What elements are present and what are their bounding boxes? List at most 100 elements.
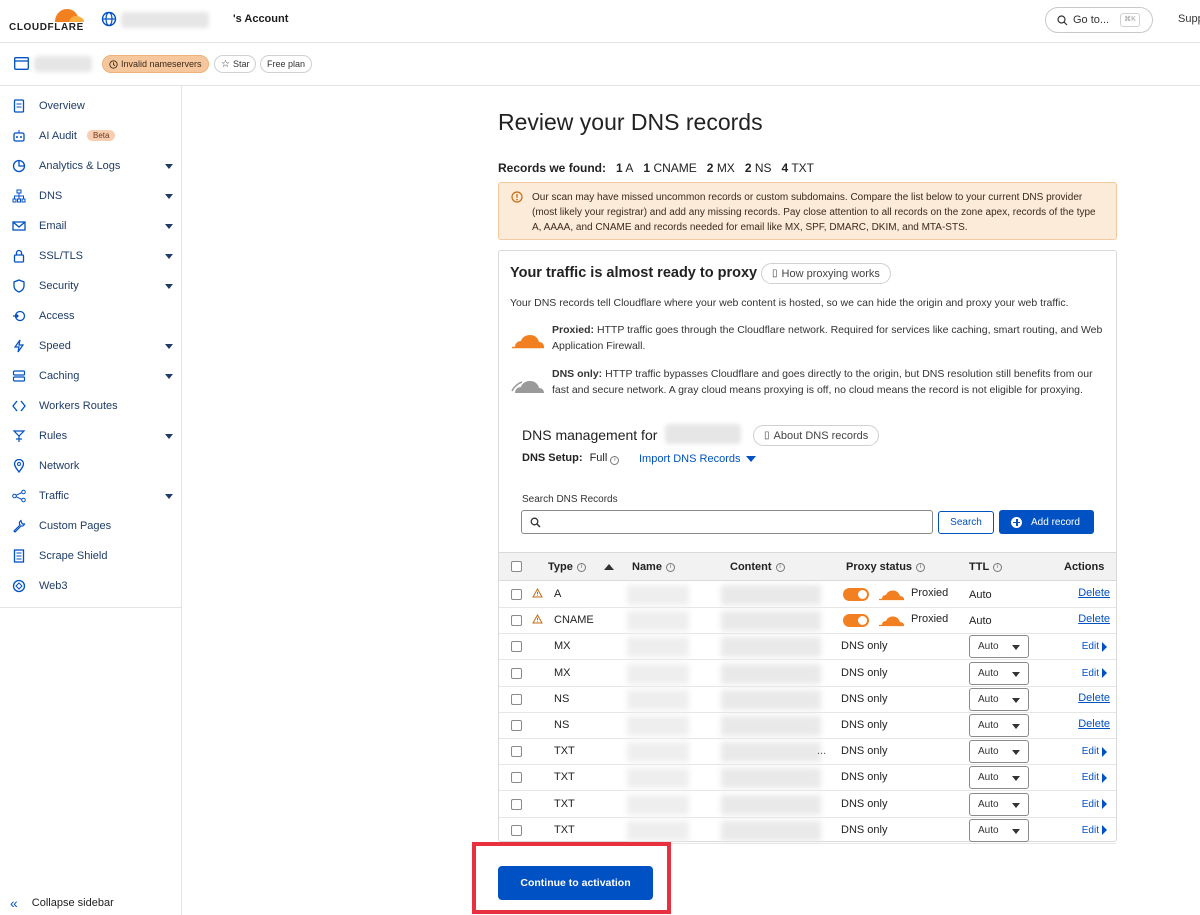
sidebar-item-traffic[interactable]: Traffic xyxy=(0,481,182,511)
row-checkbox[interactable] xyxy=(511,589,522,600)
edit-record-link[interactable]: Edit xyxy=(1082,772,1107,783)
sort-ascending-icon[interactable] xyxy=(603,564,614,570)
record-content-redacted xyxy=(721,585,821,605)
sidebar-item-access[interactable]: Access xyxy=(0,301,182,331)
ttl-select[interactable]: Auto xyxy=(969,766,1029,790)
row-checkbox[interactable] xyxy=(511,746,522,758)
about-dns-records-button[interactable]: ▯ About DNS records xyxy=(753,425,880,446)
edit-record-link[interactable]: Edit xyxy=(1082,668,1107,679)
delete-record-link[interactable]: Delete xyxy=(1078,587,1110,599)
search-label: Search DNS Records xyxy=(522,494,618,505)
row-checkbox[interactable] xyxy=(511,720,522,731)
how-proxying-works-button[interactable]: ▯ How proxying works xyxy=(761,263,891,284)
plan-badge[interactable]: Free plan xyxy=(260,55,313,73)
star-button[interactable]: ☆ Star xyxy=(214,55,257,73)
column-type-label: Type xyxy=(548,561,573,573)
record-count-number: 2 xyxy=(744,161,752,175)
edit-record-link[interactable]: Edit xyxy=(1082,746,1107,757)
edit-record-link[interactable]: Edit xyxy=(1082,799,1107,810)
goto-search-button[interactable]: Go to... ⌘K xyxy=(1045,7,1153,33)
row-checkbox[interactable] xyxy=(511,615,522,627)
column-content-label: Content xyxy=(730,561,772,573)
row-checkbox[interactable] xyxy=(511,667,522,679)
caret-down-icon xyxy=(165,374,173,379)
add-record-button[interactable]: Add record xyxy=(999,510,1094,534)
row-checkbox[interactable] xyxy=(511,798,522,810)
select-all-checkbox[interactable] xyxy=(511,561,522,572)
column-type[interactable]: Type i xyxy=(548,561,614,573)
search-dns-input[interactable] xyxy=(521,510,933,534)
ttl-select[interactable]: Auto xyxy=(969,792,1029,816)
proxy-toggle[interactable] xyxy=(843,614,869,628)
account-label[interactable]: 's Account xyxy=(233,13,288,25)
sidebar-item-ssl-tls[interactable]: SSL/TLS xyxy=(0,241,182,271)
record-name-redacted xyxy=(627,768,689,789)
record-content-redacted xyxy=(721,637,821,658)
record-count-type: TXT xyxy=(791,161,814,175)
sidebar-item-speed[interactable]: Speed xyxy=(0,331,182,361)
proxy-status: DNS only xyxy=(841,666,888,679)
info-icon[interactable]: i xyxy=(665,562,675,572)
caret-down-icon xyxy=(165,254,173,259)
sidebar-item-overview[interactable]: Overview xyxy=(0,91,182,121)
ttl-select[interactable]: Auto xyxy=(969,635,1029,659)
proxy-toggle[interactable] xyxy=(843,588,869,601)
info-icon[interactable]: i xyxy=(775,562,785,572)
sidebar-item-workers-routes[interactable]: Workers Routes xyxy=(0,391,182,421)
edit-record-link[interactable]: Edit xyxy=(1082,825,1107,836)
record-count-type: NS xyxy=(754,161,772,175)
info-icon[interactable]: i xyxy=(576,562,586,572)
support-menu[interactable]: Supp xyxy=(1178,13,1200,25)
orange-cloud-icon xyxy=(512,335,544,349)
column-proxy-status[interactable]: Proxy status i xyxy=(846,561,926,573)
collapse-sidebar-button[interactable]: « Collapse sidebar xyxy=(10,895,114,911)
sidebar-item-custom-pages[interactable]: Custom Pages xyxy=(0,511,182,541)
ttl-select[interactable]: Auto xyxy=(969,818,1029,842)
row-checkbox[interactable] xyxy=(511,693,522,705)
ttl-select[interactable]: Auto xyxy=(969,740,1029,764)
cloudflare-logo[interactable]: CLOUDFLARE xyxy=(9,5,89,35)
info-icon[interactable]: i xyxy=(993,562,1003,572)
row-checkbox[interactable] xyxy=(511,824,522,836)
delete-record-link[interactable]: Delete xyxy=(1078,692,1110,704)
column-ttl[interactable]: TTL i xyxy=(969,561,1003,573)
sidebar-item-network[interactable]: Network xyxy=(0,451,182,481)
sidebar-item-caching[interactable]: Caching xyxy=(0,361,182,391)
row-checkbox[interactable] xyxy=(511,641,522,653)
ttl-select[interactable]: Auto xyxy=(969,714,1029,737)
continue-to-activation-button[interactable]: Continue to activation xyxy=(498,866,653,900)
sidebar-item-analytics-logs[interactable]: Analytics & Logs xyxy=(0,151,182,181)
records-found-summary: Records we found: 1 A1 CNAME 2 MX 2 NS 4 TX… xyxy=(498,161,824,175)
sidebar-item-web3[interactable]: Web3 xyxy=(0,571,182,601)
import-dns-records-dropdown[interactable]: Import DNS Records xyxy=(639,453,757,465)
edit-label: Edit xyxy=(1081,798,1099,810)
caret-down-icon xyxy=(165,224,173,229)
edit-record-link[interactable]: Edit xyxy=(1082,641,1107,652)
record-name-redacted xyxy=(627,611,689,632)
gray-cloud-icon xyxy=(511,381,544,393)
sidebar-item-email[interactable]: Email xyxy=(0,211,182,241)
sidebar-item-label: Network xyxy=(39,460,80,472)
search-button[interactable]: Search xyxy=(938,511,994,534)
info-icon[interactable]: i xyxy=(916,562,926,572)
delete-record-link[interactable]: Delete xyxy=(1078,718,1110,730)
caret-down-icon xyxy=(165,494,173,499)
notice-text: Our scan may have missed uncommon record… xyxy=(532,192,1096,233)
column-name[interactable]: Name i xyxy=(632,561,675,573)
sidebar-item-security[interactable]: Security xyxy=(0,271,182,301)
row-checkbox[interactable] xyxy=(511,772,522,784)
sidebar-item-rules[interactable]: Rules xyxy=(0,421,182,451)
sidebar-item-scrape-shield[interactable]: Scrape Shield xyxy=(0,541,182,571)
proxied-label: Proxied: xyxy=(552,324,595,336)
info-icon[interactable]: i xyxy=(610,456,620,465)
record-content-redacted xyxy=(721,663,821,684)
status-badge[interactable]: Invalid nameservers xyxy=(102,55,209,73)
ttl-select[interactable]: Auto xyxy=(969,687,1029,711)
sidebar-item-ai-audit[interactable]: AI Audit Beta xyxy=(0,121,182,151)
ttl-select[interactable]: Auto xyxy=(969,661,1029,685)
sidebar-item-dns[interactable]: DNS xyxy=(0,181,182,211)
column-name-label: Name xyxy=(632,561,662,573)
sidebar-item-label: Analytics & Logs xyxy=(39,160,121,172)
delete-record-link[interactable]: Delete xyxy=(1078,613,1110,625)
column-content[interactable]: Content i xyxy=(730,561,785,573)
